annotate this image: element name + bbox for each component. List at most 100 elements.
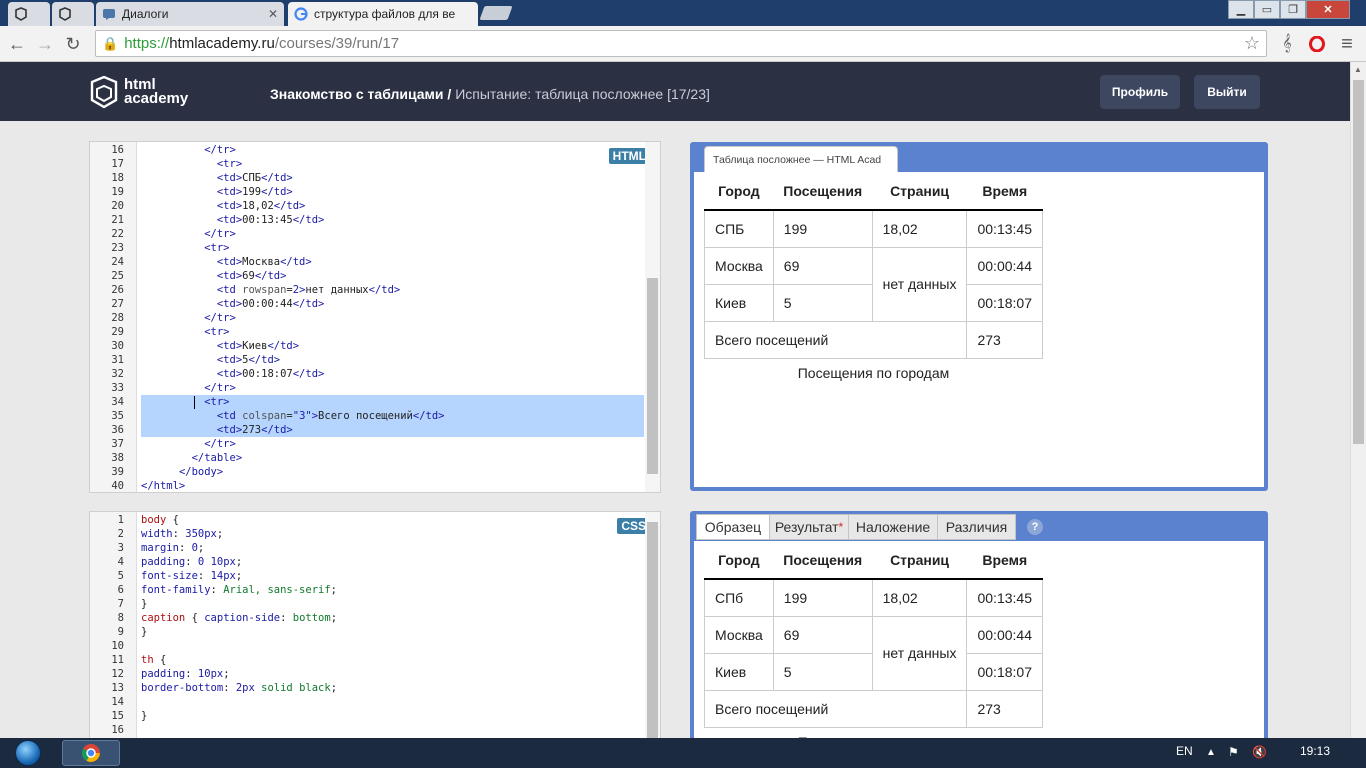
code-line[interactable]: 15} bbox=[90, 709, 660, 723]
tab-diff[interactable]: Различия bbox=[937, 514, 1016, 540]
code-line[interactable]: 29 <tr> bbox=[90, 325, 660, 339]
new-tab-button[interactable] bbox=[479, 6, 513, 20]
html-editor-scroll-thumb[interactable] bbox=[647, 278, 658, 474]
code-line[interactable]: 8 caption { caption-side: bottom; bbox=[90, 611, 660, 625]
code-line[interactable]: 32 <td>00:18:07</td> bbox=[90, 367, 660, 381]
code-line[interactable]: 22 </tr> bbox=[90, 227, 660, 241]
code-line[interactable]: 17 <tr> bbox=[90, 157, 660, 171]
code-line[interactable]: 27 <td>00:00:44</td> bbox=[90, 297, 660, 311]
html-editor[interactable]: 16 </tr> 17 <tr> 18 <td>СПБ</td> 19 <td>199… bbox=[89, 141, 661, 493]
logout-button[interactable]: Выйти bbox=[1194, 75, 1260, 109]
line-number: 30 bbox=[111, 340, 124, 352]
code-line[interactable]: 30 <td>Киев</td> bbox=[90, 339, 660, 353]
cell-time: 00:00:44 bbox=[966, 246, 1043, 285]
volume-icon[interactable]: 🔇 bbox=[1252, 745, 1267, 759]
line-number: 11 bbox=[111, 654, 124, 666]
scroll-up-icon[interactable]: ▲ bbox=[1354, 65, 1362, 74]
code-line[interactable]: 25 <td>69</td> bbox=[90, 269, 660, 283]
header-city: Город bbox=[704, 541, 774, 580]
css-editor-scrollbar[interactable] bbox=[645, 512, 660, 740]
window-close-button[interactable]: ✕ bbox=[1306, 0, 1350, 19]
code-line[interactable]: 39 </body> bbox=[90, 465, 660, 479]
css-editor-scroll-thumb[interactable] bbox=[647, 522, 658, 740]
code-line[interactable]: 18 <td>СПБ</td> bbox=[90, 171, 660, 185]
line-number: 18 bbox=[111, 172, 124, 184]
line-number: 20 bbox=[111, 200, 124, 212]
code-line[interactable]: 23 <tr> bbox=[90, 241, 660, 255]
code-line[interactable]: 7} bbox=[90, 597, 660, 611]
html-editor-scrollbar[interactable] bbox=[645, 142, 660, 492]
line-number: 35 bbox=[111, 410, 124, 422]
flag-icon[interactable]: ⚑ bbox=[1228, 745, 1239, 759]
tab-result[interactable]: Результат * bbox=[769, 514, 849, 540]
line-number: 4 bbox=[117, 556, 124, 568]
changed-marker: * bbox=[838, 520, 844, 534]
code-line[interactable]: 26 <td rowspan=2>нет данных</td> bbox=[90, 283, 660, 297]
code-line[interactable]: 20 <td>18,02</td> bbox=[90, 199, 660, 213]
code-text: </tr> bbox=[204, 312, 236, 324]
line-number: 33 bbox=[111, 382, 124, 394]
code-line[interactable]: 38 </table> bbox=[90, 451, 660, 465]
browser-tab-2[interactable] bbox=[52, 2, 94, 26]
page-scroll-thumb[interactable] bbox=[1353, 80, 1364, 444]
minimize-button[interactable]: ▁ bbox=[1228, 0, 1254, 19]
help-icon[interactable]: ? bbox=[1027, 519, 1043, 535]
start-button[interactable] bbox=[6, 738, 50, 768]
music-extension-icon[interactable]: 𝄞 bbox=[1276, 33, 1298, 55]
code-line[interactable]: 3 margin: 0; bbox=[90, 541, 660, 555]
profile-button[interactable]: Профиль bbox=[1100, 75, 1180, 109]
taskbar-chrome[interactable] bbox=[62, 740, 120, 766]
code-line[interactable]: 33 </tr> bbox=[90, 381, 660, 395]
browser-tab-1[interactable] bbox=[8, 2, 50, 26]
code-line[interactable]: 10 bbox=[90, 639, 660, 653]
code-line[interactable]: 31 <td>5</td> bbox=[90, 353, 660, 367]
tab-overlay[interactable]: Наложение bbox=[848, 514, 938, 540]
code-line[interactable]: 13 border-bottom: 2px solid black; bbox=[90, 681, 660, 695]
back-icon[interactable]: ← bbox=[6, 33, 28, 55]
browser-tab-search[interactable]: структура файлов для ве bbox=[288, 2, 478, 26]
code-text: <tr> bbox=[204, 326, 230, 338]
clock[interactable]: 19:13 bbox=[1300, 744, 1330, 758]
code-line[interactable]: 34 <tr> bbox=[90, 395, 660, 409]
close-icon[interactable]: ✕ bbox=[268, 7, 278, 21]
code-line[interactable]: 36 <td>273</td> bbox=[90, 423, 660, 437]
tray-expand-icon[interactable]: ▲ bbox=[1206, 747, 1216, 758]
code-line[interactable]: 11 th { bbox=[90, 653, 660, 667]
code-line[interactable]: 6 font-family: Arial, sans-serif; bbox=[90, 583, 660, 597]
code-line[interactable]: 14 bbox=[90, 695, 660, 709]
address-bar[interactable]: 🔒 https://htmlacademy.ru/courses/39/run/… bbox=[95, 30, 1267, 57]
code-line[interactable]: 16 bbox=[90, 723, 660, 737]
maximize-button[interactable]: ❐ bbox=[1280, 0, 1306, 19]
code-line[interactable]: 21 <td>00:13:45</td> bbox=[90, 213, 660, 227]
code-line[interactable]: 35 <td colspan="3">Всего посещений</td> bbox=[90, 409, 660, 423]
reload-icon[interactable]: ↻ bbox=[62, 33, 84, 55]
language-indicator[interactable]: EN bbox=[1176, 744, 1193, 758]
page-scrollbar[interactable]: ▲ bbox=[1350, 62, 1366, 738]
opera-extension-icon[interactable] bbox=[1306, 33, 1328, 55]
browser-tab-dialogs[interactable]: Диалоги ✕ bbox=[96, 2, 284, 26]
code-line[interactable]: 16 </tr> bbox=[90, 143, 660, 157]
cell-pages: 18,02 bbox=[871, 210, 968, 248]
code-line[interactable]: 12 padding: 10px; bbox=[90, 667, 660, 681]
code-line[interactable]: 5 font-size: 14px; bbox=[90, 569, 660, 583]
breadcrumb-course[interactable]: Знакомство с таблицами / bbox=[270, 86, 451, 102]
bookmark-star-icon[interactable]: ☆ bbox=[1244, 33, 1260, 54]
header-visits: Посещения bbox=[773, 172, 873, 211]
code-line[interactable]: 2 width: 350px; bbox=[90, 527, 660, 541]
code-line[interactable]: 40 </html> bbox=[90, 479, 660, 492]
line-number: 3 bbox=[117, 542, 124, 554]
code-line[interactable]: 1 body { bbox=[90, 513, 660, 527]
restore-button[interactable]: ▭ bbox=[1254, 0, 1280, 19]
code-line[interactable]: 9} bbox=[90, 625, 660, 639]
code-line[interactable]: 37 </tr> bbox=[90, 437, 660, 451]
forward-icon[interactable]: → bbox=[34, 33, 56, 55]
css-editor[interactable]: 1 body {2 width: 350px; 3 margin: 0; 4 padding… bbox=[89, 511, 661, 741]
code-line[interactable]: 24 <td>Москва</td> bbox=[90, 255, 660, 269]
code-line[interactable]: 19 <td>199</td> bbox=[90, 185, 660, 199]
site-logo[interactable]: html academy bbox=[90, 72, 210, 112]
code-line[interactable]: 4 padding: 0 10px; bbox=[90, 555, 660, 569]
menu-icon[interactable]: ≡ bbox=[1336, 33, 1358, 55]
tab-sample[interactable]: Образец bbox=[696, 514, 770, 540]
code-line[interactable]: 28 </tr> bbox=[90, 311, 660, 325]
preview-tab[interactable]: Таблица посложнее — HTML Acad bbox=[704, 146, 898, 172]
